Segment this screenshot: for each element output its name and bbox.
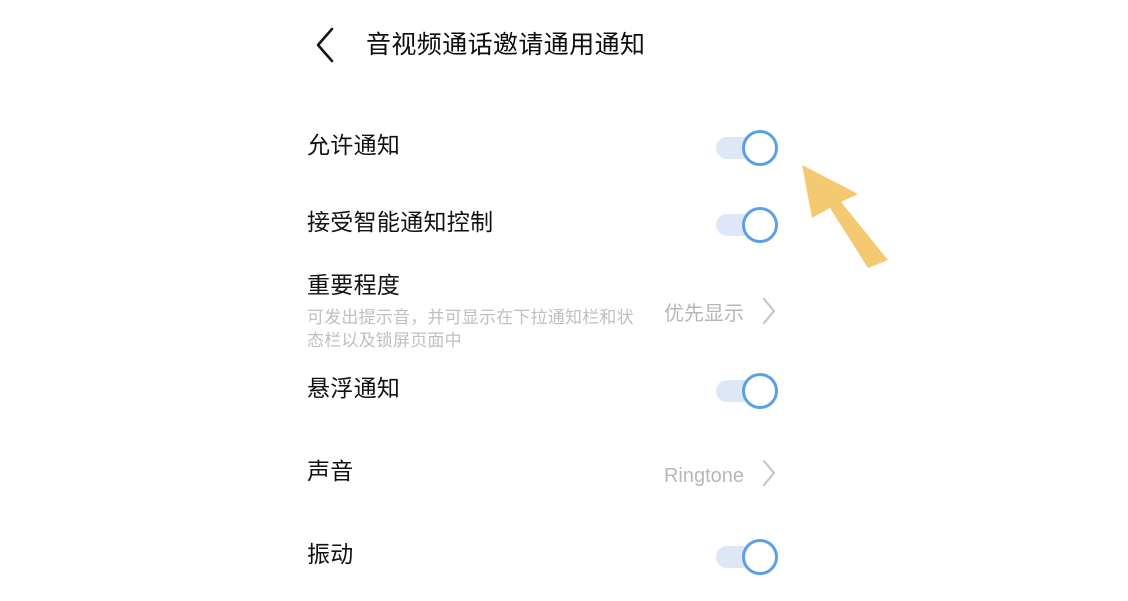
toggle-smart-notification-control[interactable] xyxy=(716,207,778,243)
arrow-cursor-icon xyxy=(796,160,896,270)
row-texts: 声音 xyxy=(307,456,354,486)
row-control xyxy=(716,130,778,166)
row-texts: 允许通知 xyxy=(307,130,400,160)
row-title: 振动 xyxy=(307,541,354,567)
row-control xyxy=(716,373,778,409)
chevron-left-icon xyxy=(314,26,336,64)
row-title: 悬浮通知 xyxy=(307,375,401,401)
toggle-floating-notification[interactable] xyxy=(716,373,778,409)
settings-row-importance[interactable]: 重要程度 可发出提示音，并可显示在下拉通知栏和状态栏以及锁屏页面中 优先显示 xyxy=(307,270,778,352)
chevron-right-icon[interactable] xyxy=(760,458,778,493)
row-value: 优先显示 xyxy=(664,302,744,325)
row-title: 声音 xyxy=(307,458,354,484)
page-title: 音视频通话邀请通用通知 xyxy=(366,31,646,59)
settings-row-allow-notifications[interactable]: 允许通知 xyxy=(307,130,778,166)
row-texts: 接受智能通知控制 xyxy=(307,207,493,237)
toggle-vibration[interactable] xyxy=(716,539,778,575)
toggle-knob xyxy=(742,373,778,409)
row-control xyxy=(716,207,778,243)
row-title: 接受智能通知控制 xyxy=(307,209,494,235)
row-subtitle: 可发出提示音，并可显示在下拉通知栏和状态栏以及锁屏页面中 xyxy=(307,308,634,350)
back-button[interactable] xyxy=(303,23,347,67)
page-header: 音视频通话邀请通用通知 xyxy=(0,0,1128,92)
settings-row-floating-notification[interactable]: 悬浮通知 xyxy=(307,373,778,409)
row-control: 优先显示 xyxy=(664,270,778,331)
toggle-allow-notifications[interactable] xyxy=(716,130,778,166)
toggle-knob xyxy=(742,130,778,166)
row-texts: 悬浮通知 xyxy=(307,373,400,403)
row-texts: 振动 xyxy=(307,539,354,569)
row-control xyxy=(716,539,778,575)
row-title: 重要程度 xyxy=(307,272,401,298)
toggle-knob xyxy=(742,539,778,575)
row-value: Ringtone xyxy=(663,464,744,487)
row-texts: 重要程度 可发出提示音，并可显示在下拉通知栏和状态栏以及锁屏页面中 xyxy=(307,270,641,352)
settings-row-smart-notification-control[interactable]: 接受智能通知控制 xyxy=(307,207,778,243)
settings-row-vibration[interactable]: 振动 xyxy=(307,539,778,575)
phone-settings-screen: 音视频通话邀请通用通知 允许通知 接受智能通知控制 重要程度 可发出提示音，并可… xyxy=(0,0,1128,601)
settings-row-sound[interactable]: 声音 Ringtone xyxy=(307,456,778,493)
chevron-right-icon[interactable] xyxy=(760,296,778,331)
toggle-knob xyxy=(742,207,778,243)
row-title: 允许通知 xyxy=(307,132,401,158)
row-control: Ringtone xyxy=(664,456,778,493)
